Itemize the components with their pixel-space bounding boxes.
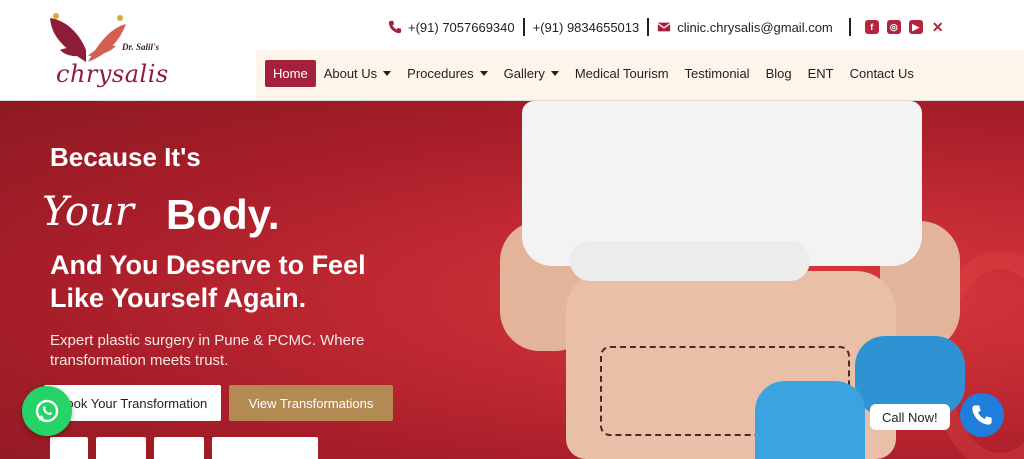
whatsapp-icon bbox=[35, 399, 59, 423]
nav-medical-tourism[interactable]: Medical Tourism bbox=[567, 60, 677, 87]
instagram-icon[interactable]: ◎ bbox=[886, 20, 901, 34]
phone-icon bbox=[388, 20, 402, 34]
hero-line-1: Because It's bbox=[50, 142, 201, 172]
hero-line-3b: Like Yourself Again. bbox=[50, 283, 307, 313]
nav-procedures-label: Procedures bbox=[407, 66, 474, 81]
nav-gallery[interactable]: Gallery bbox=[496, 60, 567, 87]
nav-blog-label: Blog bbox=[765, 66, 792, 81]
accreditation-badges bbox=[50, 437, 318, 459]
hero-line-3a: And You Deserve to Feel bbox=[50, 250, 366, 280]
phone-1[interactable]: +(91) 7057669340 bbox=[388, 20, 515, 35]
hero-line-3: And You Deserve to Feel Like Yourself Ag… bbox=[50, 249, 366, 315]
nav-contact-us-label: Contact Us bbox=[849, 66, 914, 81]
divider bbox=[522, 18, 525, 36]
divider bbox=[848, 18, 851, 36]
facebook-icon[interactable]: f bbox=[864, 20, 879, 34]
accreditation-badge bbox=[154, 437, 204, 459]
contact-bar: +(91) 7057669340 +(91) 9834655013 clinic… bbox=[388, 14, 945, 40]
gloved-hand-marker bbox=[755, 381, 865, 459]
youtube-icon[interactable]: ▶ bbox=[908, 20, 923, 34]
nav-testimonial[interactable]: Testimonial bbox=[677, 60, 758, 87]
shirt-fold bbox=[570, 241, 810, 281]
whatsapp-button[interactable] bbox=[22, 386, 72, 436]
nav-contact-us[interactable]: Contact Us bbox=[842, 60, 922, 87]
view-transformations-button[interactable]: View Transformations bbox=[229, 385, 393, 421]
nav-procedures[interactable]: Procedures bbox=[399, 60, 495, 87]
social-links: f ◎ ▶ ✕ bbox=[864, 20, 945, 34]
hero-sub-2: transformation meets trust. bbox=[50, 352, 229, 369]
call-now-label[interactable]: Call Now! bbox=[870, 404, 950, 430]
email[interactable]: clinic.chrysalis@gmail.com bbox=[657, 20, 833, 35]
hero-your-script: Your bbox=[42, 189, 134, 235]
nav-home-label: Home bbox=[273, 66, 308, 81]
hero-subtitle: Expert plastic surgery in Pune & PCMC. W… bbox=[50, 331, 364, 371]
accreditation-badge bbox=[212, 437, 318, 459]
nav-about-us-label: About Us bbox=[323, 66, 378, 81]
main-nav: Home About Us Procedures Gallery Medical… bbox=[256, 50, 1024, 100]
phone-2[interactable]: +(91) 9834655013 bbox=[533, 20, 640, 35]
nav-ent[interactable]: ENT bbox=[800, 60, 842, 87]
hero-body: Body. bbox=[166, 191, 280, 238]
x-icon[interactable]: ✕ bbox=[931, 20, 945, 34]
caret-down-icon bbox=[550, 71, 559, 76]
nav-medical-tourism-label: Medical Tourism bbox=[574, 66, 669, 81]
phone-1-text: +(91) 7057669340 bbox=[408, 19, 515, 35]
divider bbox=[647, 18, 650, 36]
email-text: clinic.chrysalis@gmail.com bbox=[677, 19, 833, 35]
logo[interactable]: Dr. Salil's chrysalis bbox=[48, 10, 168, 94]
accreditation-badge bbox=[50, 437, 88, 459]
nav-ent-label: ENT bbox=[807, 66, 834, 81]
accreditation-badge bbox=[96, 437, 146, 459]
caret-down-icon bbox=[383, 71, 392, 76]
nav-blog[interactable]: Blog bbox=[758, 60, 800, 87]
phone-2-text: +(91) 9834655013 bbox=[532, 19, 640, 35]
logo-prefix: Dr. Salil's bbox=[122, 42, 160, 52]
nav-gallery-label: Gallery bbox=[503, 66, 545, 81]
mail-icon bbox=[657, 22, 671, 32]
nav-home[interactable]: Home bbox=[265, 60, 316, 87]
phone-icon bbox=[972, 405, 992, 425]
nav-testimonial-label: Testimonial bbox=[684, 66, 750, 81]
call-button[interactable] bbox=[960, 393, 1004, 437]
site-header: Dr. Salil's chrysalis +(91) 7057669340 +… bbox=[0, 0, 1024, 101]
hero-sub-1: Expert plastic surgery in Pune & PCMC. W… bbox=[50, 332, 365, 349]
caret-down-icon bbox=[479, 71, 488, 76]
nav-about-us[interactable]: About Us bbox=[316, 60, 399, 87]
logo-name: chrysalis bbox=[56, 60, 169, 88]
